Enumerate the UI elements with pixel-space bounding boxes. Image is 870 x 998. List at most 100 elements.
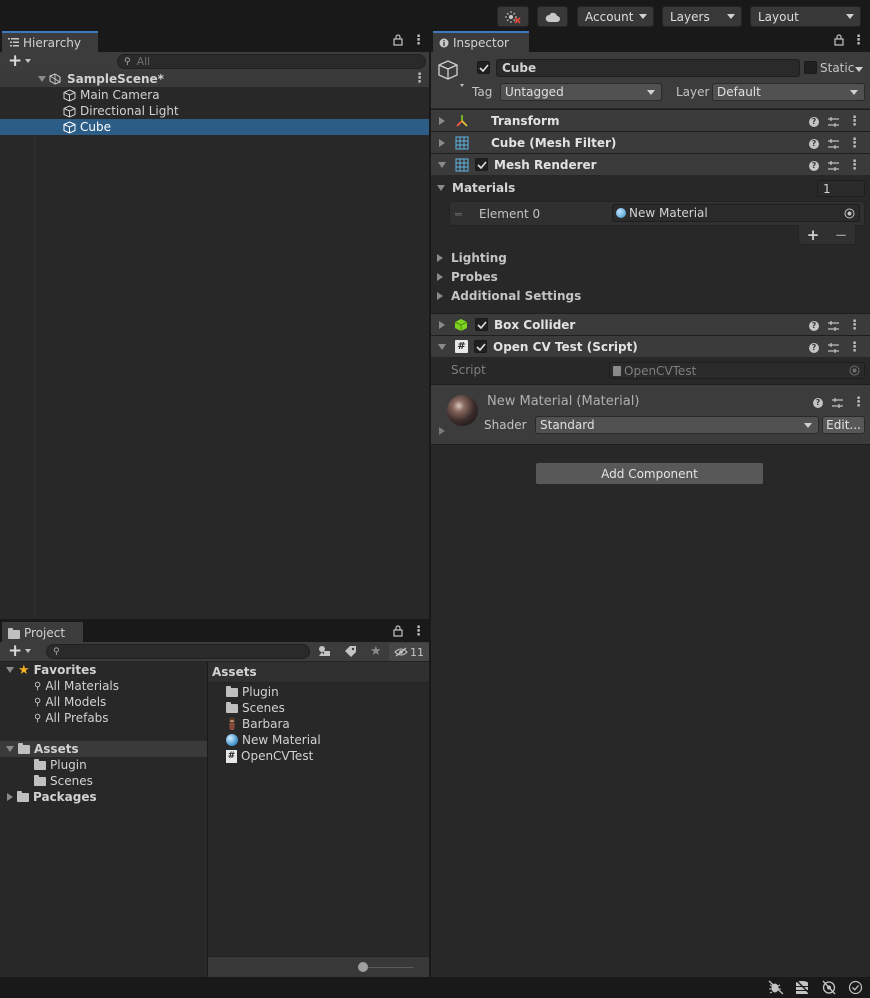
remove-element-button[interactable]: − — [835, 226, 848, 244]
object-picker-icon[interactable] — [844, 208, 855, 219]
bug-icon[interactable] — [768, 980, 784, 995]
enabled-checkbox[interactable] — [475, 318, 488, 331]
asset-item-plugin[interactable]: Plugin — [226, 684, 279, 700]
zoom-slider-track[interactable] — [363, 967, 413, 968]
help-icon[interactable]: ? — [813, 397, 823, 408]
additional-settings-foldout[interactable]: Additional Settings — [437, 289, 581, 303]
asset-item-opencvtest[interactable]: # OpenCVTest — [226, 748, 313, 764]
static-checkbox[interactable] — [804, 61, 817, 74]
foldout-arrow[interactable] — [437, 185, 445, 191]
gameobject-large-icon[interactable] — [438, 58, 466, 88]
layer-dropdown[interactable]: Default — [712, 83, 865, 101]
search-by-label-icon[interactable] — [344, 645, 357, 657]
help-icon[interactable]: ? — [809, 342, 819, 353]
create-button[interactable]: + — [8, 643, 32, 660]
tab-project[interactable]: Project — [2, 622, 83, 643]
more-options-icon[interactable]: ⋮ — [412, 624, 425, 639]
tag-dropdown[interactable]: Untagged — [500, 83, 662, 101]
cloud-button[interactable] — [537, 6, 568, 27]
presets-icon[interactable] — [828, 160, 839, 171]
more-options-icon[interactable]: ⋮ — [848, 318, 861, 333]
presets-icon[interactable] — [828, 116, 839, 127]
packages-foldout[interactable]: Packages — [7, 789, 97, 805]
presets-icon[interactable] — [828, 138, 839, 149]
shader-dropdown[interactable]: Standard — [535, 416, 819, 434]
edit-shader-button[interactable]: Edit... — [822, 416, 865, 434]
probes-foldout[interactable]: Probes — [437, 270, 498, 284]
hierarchy-item-cube[interactable]: Cube — [0, 119, 429, 135]
layout-dropdown[interactable]: Layout — [750, 6, 861, 27]
foldout-arrow[interactable] — [6, 746, 14, 752]
account-dropdown[interactable]: Account — [577, 6, 654, 27]
materials-count-field[interactable]: 1 — [817, 180, 865, 197]
scene-more-options-icon[interactable]: ⋮ — [413, 71, 426, 86]
foldout-arrow[interactable] — [437, 254, 443, 262]
asset-item-barbara[interactable]: Barbara — [226, 716, 290, 732]
search-by-type-icon[interactable] — [318, 645, 331, 657]
favorites-foldout[interactable]: ★ Favorites — [6, 662, 96, 678]
component-mesh-filter[interactable]: Cube (Mesh Filter) ? ⋮ — [431, 131, 870, 153]
help-icon[interactable]: ? — [809, 116, 819, 127]
lighting-foldout[interactable]: Lighting — [437, 251, 507, 265]
lock-icon[interactable] — [393, 625, 403, 637]
more-options-icon[interactable]: ⋮ — [852, 395, 865, 410]
add-component-button[interactable]: Add Component — [535, 462, 764, 485]
presets-icon[interactable] — [828, 320, 839, 331]
cache-server-icon[interactable] — [795, 980, 811, 995]
more-options-icon[interactable]: ⋮ — [852, 33, 865, 48]
component-mesh-renderer[interactable]: Mesh Renderer ? ⋮ — [431, 153, 870, 175]
tree-folder-scenes[interactable]: Scenes — [34, 773, 93, 789]
presets-icon[interactable] — [828, 342, 839, 353]
foldout-arrow[interactable] — [438, 161, 446, 168]
asset-item-new-material[interactable]: New Material — [226, 732, 321, 748]
create-button[interactable]: + — [8, 53, 32, 70]
scene-row[interactable]: SampleScene* ⋮ — [0, 71, 429, 87]
enabled-checkbox[interactable] — [474, 340, 487, 353]
tree-folder-plugin[interactable]: Plugin — [34, 757, 87, 773]
star-icon[interactable]: ★ — [370, 644, 382, 659]
foldout-arrow[interactable] — [439, 427, 445, 435]
hidden-packages-toggle[interactable]: 11 — [389, 643, 429, 661]
component-box-collider[interactable]: Box Collider ? ⋮ — [431, 313, 870, 335]
active-checkbox[interactable] — [477, 61, 490, 74]
hierarchy-item-main-camera[interactable]: Main Camera — [0, 87, 429, 103]
project-search-input[interactable]: ⚲ — [46, 644, 310, 659]
more-options-icon[interactable]: ⋮ — [848, 158, 861, 173]
favorite-all-models[interactable]: ⚲ All Models — [34, 694, 106, 710]
more-options-icon[interactable]: ⋮ — [848, 114, 861, 129]
help-icon[interactable]: ? — [809, 320, 819, 331]
component-script[interactable]: # Open CV Test (Script) ? ⋮ — [431, 335, 870, 357]
foldout-arrow[interactable] — [439, 138, 445, 147]
foldout-arrow[interactable] — [437, 292, 443, 300]
material-object-field[interactable]: New Material — [612, 204, 860, 222]
collab-button[interactable] — [497, 6, 529, 27]
help-icon[interactable]: ? — [809, 160, 819, 171]
foldout-arrow[interactable] — [7, 793, 13, 801]
component-transform[interactable]: Transform ? ⋮ — [431, 109, 870, 131]
presets-icon[interactable] — [832, 397, 843, 408]
foldout-arrow[interactable] — [439, 116, 445, 125]
more-options-icon[interactable]: ⋮ — [848, 340, 861, 355]
hierarchy-search-input[interactable]: ⚲ All — [117, 54, 426, 69]
check-circle-icon[interactable] — [848, 980, 863, 995]
more-options-icon[interactable]: ⋮ — [848, 136, 861, 151]
favorite-all-materials[interactable]: ⚲ All Materials — [34, 678, 119, 694]
object-name-field[interactable]: Cube — [496, 59, 800, 77]
static-dropdown-icon[interactable] — [855, 67, 863, 72]
enabled-checkbox[interactable] — [475, 158, 488, 171]
materials-foldout[interactable]: Materials — [431, 179, 870, 197]
layers-dropdown[interactable]: Layers — [662, 6, 742, 27]
lock-icon[interactable] — [393, 34, 403, 46]
assets-breadcrumb[interactable]: Assets — [208, 662, 429, 683]
foldout-arrow[interactable] — [438, 343, 446, 350]
assets-foldout[interactable]: Assets — [0, 741, 207, 757]
help-icon[interactable]: ? — [809, 138, 819, 149]
zoom-slider-handle[interactable] — [358, 962, 368, 972]
foldout-arrow[interactable] — [6, 667, 14, 673]
add-element-button[interactable]: + — [807, 226, 820, 244]
auto-generate-lighting-icon[interactable] — [821, 980, 837, 995]
foldout-arrow[interactable] — [437, 273, 443, 281]
more-options-icon[interactable]: ⋮ — [412, 33, 425, 48]
tab-hierarchy[interactable]: Hierarchy — [2, 31, 98, 52]
hierarchy-item-directional-light[interactable]: Directional Light — [0, 103, 429, 119]
